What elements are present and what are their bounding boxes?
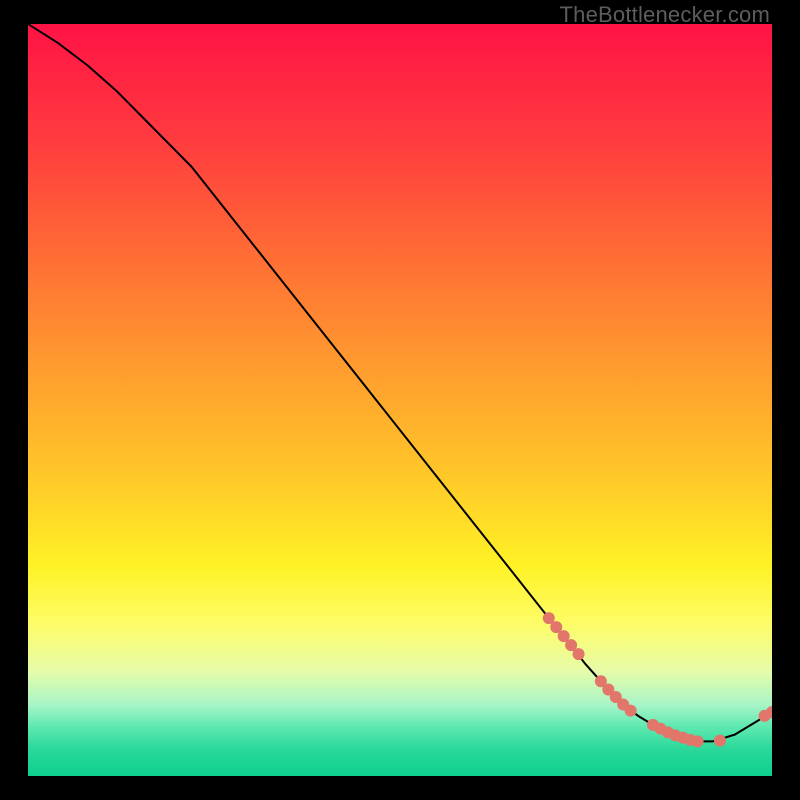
gradient-background: [28, 24, 772, 776]
bottleneck-chart: [28, 24, 772, 776]
data-point: [625, 705, 637, 717]
watermark-text: TheBottlenecker.com: [560, 2, 770, 28]
data-point: [573, 648, 585, 660]
data-point: [714, 735, 726, 747]
data-point: [692, 735, 704, 747]
